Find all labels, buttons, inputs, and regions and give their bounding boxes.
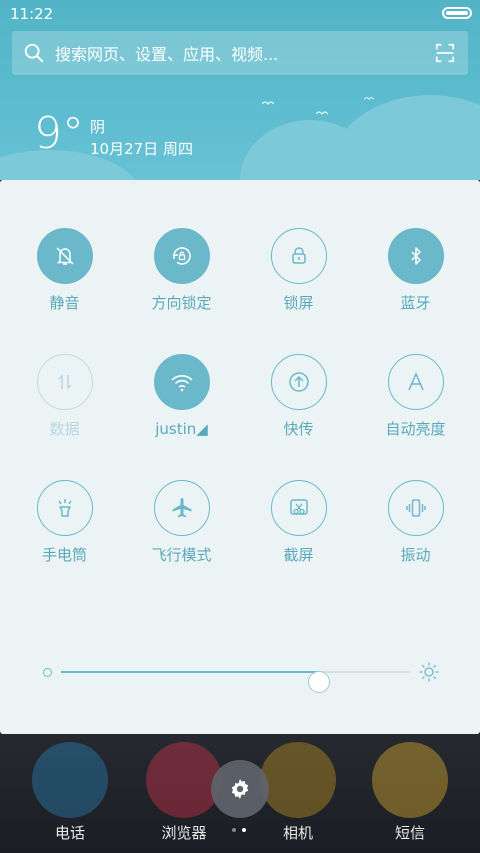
weather-condition: 阴 (90, 118, 106, 136)
notification-header: 11:22 搜索网页、设置、应用、视频... 9° 阴 10月27日 周四 (0, 0, 480, 180)
search-icon (24, 43, 44, 63)
page-dot (232, 828, 236, 832)
toggle-mute-button[interactable] (36, 228, 93, 284)
bell-muted-icon (55, 247, 74, 265)
bird-decoration (364, 97, 374, 101)
screenshot-icon (289, 499, 308, 515)
toggle-rotation-lock-button[interactable] (153, 228, 210, 284)
toggle-flashlight-button[interactable] (36, 480, 93, 536)
dock-label-browser: 浏览器 (161, 824, 207, 842)
toggle-airplane-mode[interactable]: 飞行模式 (123, 480, 240, 565)
bird-decoration (316, 111, 328, 115)
search-placeholder[interactable]: 搜索网页、设置、应用、视频... (55, 41, 434, 65)
page-dot-active (242, 828, 246, 832)
messages-app-icon[interactable] (372, 742, 448, 818)
toggle-mute[interactable]: 静音 (6, 228, 123, 313)
wifi-icon (170, 375, 193, 392)
airplane-icon (172, 498, 191, 518)
toggle-label: 蓝牙 (400, 294, 431, 312)
camera-app-icon[interactable] (260, 742, 336, 818)
toggle-quick-transfer-button[interactable] (270, 354, 327, 410)
control-center-panel: 静音 方向锁定 锁屏 蓝牙 数据 justin◢ 快传 自动亮度 手电筒 飞行模… (0, 180, 480, 734)
weather-date: 10月27日 周四 (90, 140, 193, 158)
toggle-rotation-lock[interactable]: 方向锁定 (123, 228, 240, 313)
toggle-label: 方向锁定 (151, 294, 212, 312)
browser-app-icon[interactable] (146, 742, 222, 818)
battery-icon (442, 7, 472, 19)
scan-icon[interactable] (434, 42, 456, 64)
toggle-auto-brightness-button[interactable] (387, 354, 444, 410)
weather-temperature: 9° (34, 108, 84, 159)
toggle-vibrate-button[interactable] (387, 480, 444, 536)
toggle-bluetooth-button[interactable] (387, 228, 444, 284)
toggle-label: 快传 (283, 420, 314, 438)
mobile-data-icon (57, 374, 72, 390)
toggle-bluetooth[interactable]: 蓝牙 (357, 228, 474, 313)
toggle-label: 手电筒 (41, 546, 87, 564)
dock-label-phone: 电话 (54, 824, 85, 842)
toggle-screenshot-button[interactable] (270, 480, 327, 536)
toggle-label: 数据 (49, 420, 80, 438)
lock-icon (291, 247, 306, 264)
bluetooth-icon (410, 247, 421, 265)
toggle-grid: 静音 方向锁定 锁屏 蓝牙 数据 justin◢ 快传 自动亮度 手电筒 飞行模… (0, 228, 480, 565)
toggle-wifi-button[interactable] (153, 354, 210, 410)
auto-brightness-icon (407, 372, 424, 391)
status-time: 11:22 (10, 5, 54, 23)
dock-label-messages: 短信 (394, 824, 425, 842)
toggle-auto-brightness[interactable]: 自动亮度 (357, 354, 474, 439)
brightness-min-icon (43, 668, 52, 677)
toggle-quick-transfer[interactable]: 快传 (240, 354, 357, 439)
gear-icon (231, 779, 249, 799)
toggle-label: 静音 (49, 294, 80, 312)
quick-transfer-icon (288, 372, 309, 392)
toggle-label: 自动亮度 (385, 420, 446, 438)
toggle-label: 振动 (400, 546, 431, 564)
phone-app-icon[interactable] (32, 742, 108, 818)
wifi-network-label[interactable]: justin◢ (155, 419, 208, 439)
brightness-track[interactable] (61, 671, 410, 693)
cloud-decoration (330, 95, 480, 180)
toggle-lock-screen-button[interactable] (270, 228, 327, 284)
toggle-label: 截屏 (283, 546, 314, 564)
toggle-screenshot[interactable]: 截屏 (240, 480, 357, 565)
dock-label-camera: 相机 (282, 824, 313, 842)
rotation-lock-icon (172, 247, 191, 265)
toggle-mobile-data[interactable]: 数据 (6, 354, 123, 439)
brightness-thumb[interactable] (308, 671, 331, 693)
brightness-slider[interactable] (40, 660, 440, 693)
flashlight-icon (57, 499, 72, 517)
brightness-fill (61, 671, 320, 673)
sun-icon (419, 662, 439, 682)
toggle-wifi[interactable]: justin◢ (123, 354, 240, 439)
toggle-label: 飞行模式 (151, 546, 212, 564)
toggle-mobile-data-button[interactable] (36, 354, 93, 410)
vibrate-icon (405, 499, 426, 517)
bird-decoration (262, 101, 274, 105)
toggle-lock-screen[interactable]: 锁屏 (240, 228, 357, 313)
toggle-vibrate[interactable]: 振动 (357, 480, 474, 565)
search-bar[interactable]: 搜索网页、设置、应用、视频... (12, 31, 468, 75)
page-indicator (232, 828, 246, 832)
toggle-label: 锁屏 (283, 294, 314, 312)
toggle-airplane-mode-button[interactable] (153, 480, 210, 536)
toggle-flashlight[interactable]: 手电筒 (6, 480, 123, 565)
settings-button[interactable] (211, 760, 269, 818)
